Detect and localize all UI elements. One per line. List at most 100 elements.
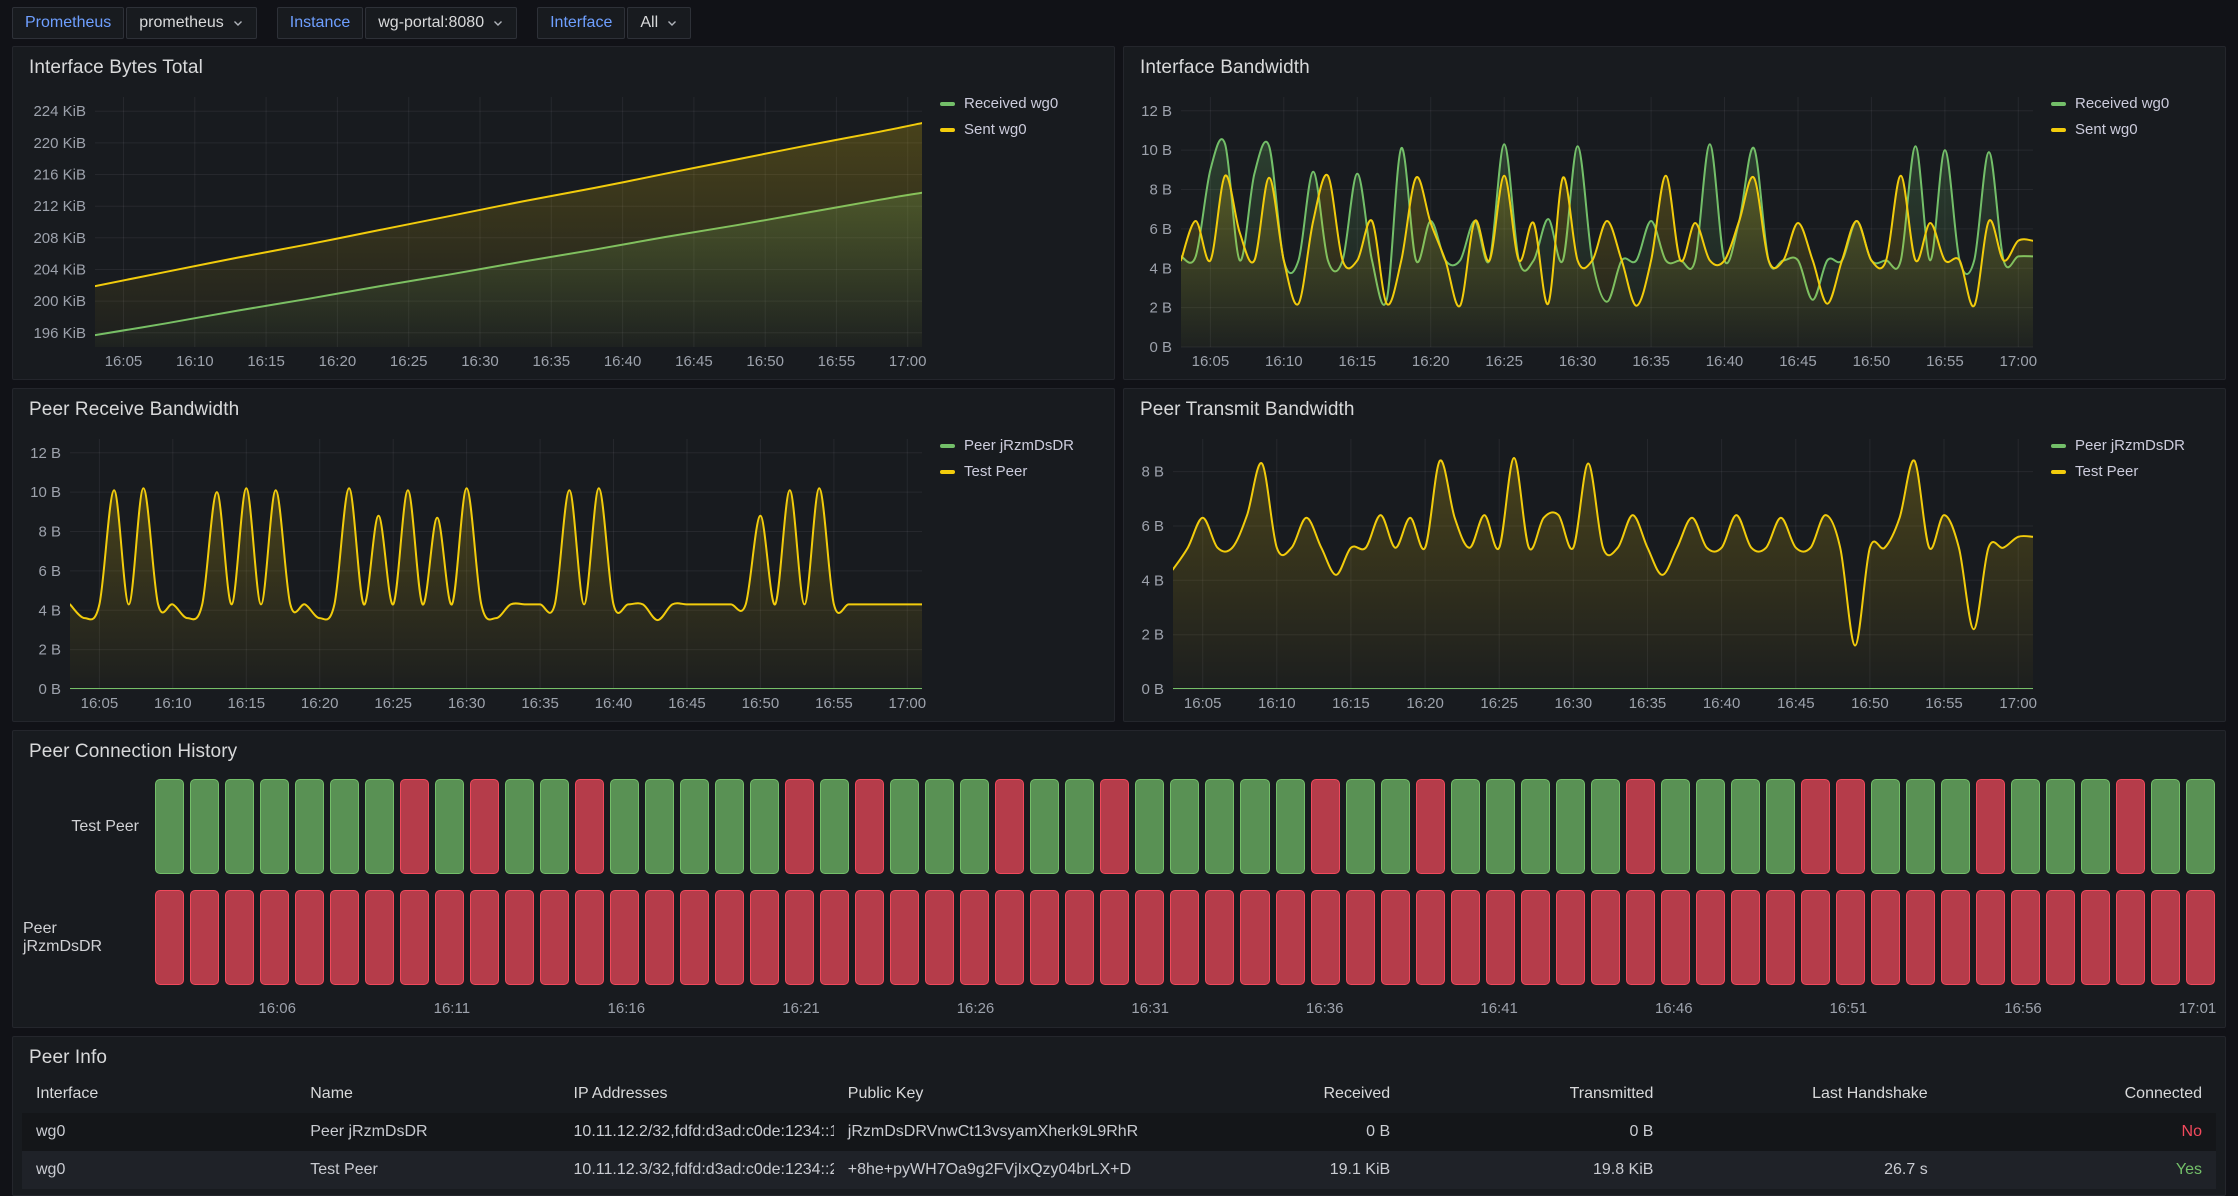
chart-plot-peer-receive-bandwidth[interactable]: 0 B2 B4 B6 B8 B10 B12 B16:0516:1016:1516…	[21, 429, 934, 715]
column-header-interface[interactable]: Interface	[22, 1075, 296, 1113]
x-axis-tick-label: 16:45	[675, 353, 713, 370]
timeline-state-connected	[2186, 779, 2215, 874]
chart-plot-interface-bytes-total[interactable]: 196 KiB200 KiB204 KiB208 KiB212 KiB216 K…	[21, 87, 934, 373]
timeline-state-disconnected	[1521, 890, 1550, 985]
column-header-received[interactable]: Received	[1174, 1075, 1404, 1113]
panel-peer-receive-bandwidth: Peer Receive Bandwidth 0 B2 B4 B6 B8 B10…	[12, 388, 1115, 722]
timeline-state-connected	[1591, 779, 1620, 874]
panel-title[interactable]: Peer Receive Bandwidth	[13, 389, 1114, 425]
x-axis-tick-label: 16:31	[1131, 1000, 1169, 1017]
x-axis-tick-label: 16:11	[434, 1000, 470, 1017]
timeline-state-disconnected	[715, 890, 744, 985]
x-axis-tick-label: 16:30	[1555, 695, 1593, 712]
variable-current-value: prometheus	[139, 14, 224, 32]
panel-title[interactable]: Interface Bytes Total	[13, 47, 1114, 83]
chart-canvas[interactable]: 0 B2 B4 B6 B8 B10 B12 B16:0516:1016:1516…	[1132, 87, 2045, 373]
chart-legend: Peer jRzmDsDR Test Peer	[940, 437, 1102, 480]
column-header-connected[interactable]: Connected	[1942, 1075, 2216, 1113]
x-axis-tick-label: 16:05	[81, 695, 119, 712]
column-header-name[interactable]: Name	[296, 1075, 559, 1113]
timeline-state-connected	[1451, 779, 1480, 874]
timeline-state-connected	[750, 779, 779, 874]
x-axis-tick-label: 16:20	[1412, 353, 1450, 370]
y-axis-tick-label: 8 B	[1149, 182, 1172, 199]
state-timeline[interactable]: Test PeerPeer jRzmDsDR16:0616:1116:1616:…	[23, 771, 2215, 1021]
y-axis-tick-label: 6 B	[1149, 221, 1172, 238]
column-header-ip-addresses[interactable]: IP Addresses	[560, 1075, 834, 1113]
y-axis-tick-label: 196 KiB	[33, 325, 86, 342]
chart-canvas[interactable]: 0 B2 B4 B6 B8 B10 B12 B16:0516:1016:1516…	[21, 429, 934, 715]
panel-title[interactable]: Interface Bandwidth	[1124, 47, 2225, 83]
legend-label: Peer jRzmDsDR	[964, 437, 1074, 454]
x-axis-tick-label: 16:05	[1184, 695, 1222, 712]
timeline-state-connected	[680, 779, 709, 874]
timeline-lane-peer-jrzmdsdr: Peer jRzmDsDR	[23, 882, 2215, 993]
x-axis-tick-label: 16:21	[782, 1000, 820, 1017]
x-axis-tick-label: 16:06	[258, 1000, 296, 1017]
timeline-state-disconnected	[1591, 890, 1620, 985]
chart-plot-interface-bandwidth[interactable]: 0 B2 B4 B6 B8 B10 B12 B16:0516:1016:1516…	[1132, 87, 2045, 373]
legend-swatch	[2051, 102, 2066, 106]
timeline-state-connected	[610, 779, 639, 874]
chart-canvas[interactable]: 196 KiB200 KiB204 KiB208 KiB212 KiB216 K…	[21, 87, 934, 373]
y-axis-tick-label: 204 KiB	[33, 262, 86, 279]
variable-label-prometheus: Prometheus	[12, 7, 124, 39]
legend-item-test-peer[interactable]: Test Peer	[2051, 463, 2213, 480]
chart-canvas[interactable]: 0 B2 B4 B6 B8 B16:0516:1016:1516:2016:25…	[1132, 429, 2045, 715]
column-header-public-key[interactable]: Public Key	[834, 1075, 1174, 1113]
x-axis-tick-label: 16:55	[818, 353, 856, 370]
column-header-last-handshake[interactable]: Last Handshake	[1667, 1075, 1941, 1113]
variable-label-instance: Instance	[277, 7, 363, 39]
legend-item-received-wg0[interactable]: Received wg0	[940, 95, 1102, 112]
variable-value-dropdown-interface[interactable]: All	[627, 7, 691, 39]
timeline-state-connected	[2081, 779, 2110, 874]
variable-value-dropdown-prometheus[interactable]: prometheus	[126, 7, 257, 39]
panel-title[interactable]: Peer Info	[13, 1037, 2225, 1073]
timeline-state-connected	[1346, 779, 1375, 874]
timeline-state-connected	[820, 779, 849, 874]
timeline-state-connected	[2046, 779, 2075, 874]
timeline-state-disconnected	[2116, 890, 2145, 985]
timeline-state-disconnected	[365, 890, 394, 985]
y-axis-tick-label: 8 B	[38, 524, 61, 541]
timeline-state-disconnected	[1205, 890, 1234, 985]
variable-value-dropdown-instance[interactable]: wg-portal:8080	[365, 7, 517, 39]
panel-title[interactable]: Peer Connection History	[13, 731, 2225, 767]
timeline-state-disconnected	[400, 890, 429, 985]
legend-item-received-wg0[interactable]: Received wg0	[2051, 95, 2213, 112]
timeline-state-connected	[260, 779, 289, 874]
timeline-state-connected	[1205, 779, 1234, 874]
timeline-state-connected	[505, 779, 534, 874]
column-header-transmitted[interactable]: Transmitted	[1404, 1075, 1667, 1113]
legend-item-peer-jrzmdsdr[interactable]: Peer jRzmDsDR	[940, 437, 1102, 454]
x-axis-tick-label: 16:25	[374, 695, 412, 712]
y-axis-tick-label: 10 B	[30, 484, 61, 501]
timeline-state-disconnected	[1381, 890, 1410, 985]
x-axis-tick-label: 16:55	[1926, 353, 1964, 370]
legend-item-test-peer[interactable]: Test Peer	[940, 463, 1102, 480]
legend-swatch	[940, 128, 955, 132]
legend-item-peer-jrzmdsdr[interactable]: Peer jRzmDsDR	[2051, 437, 2213, 454]
x-axis-tick-label: 16:05	[105, 353, 143, 370]
timeline-state-connected	[1276, 779, 1305, 874]
timeline-state-connected	[155, 779, 184, 874]
timeline-state-disconnected	[295, 890, 324, 985]
x-axis-tick-label: 16:45	[668, 695, 706, 712]
legend-item-sent-wg0[interactable]: Sent wg0	[940, 121, 1102, 138]
panel-title[interactable]: Peer Transmit Bandwidth	[1124, 389, 2225, 425]
series-area-test-peer	[1173, 458, 2033, 689]
cell-connected: Yes	[1942, 1151, 2216, 1189]
legend-label: Received wg0	[2075, 95, 2169, 112]
chart-plot-peer-transmit-bandwidth[interactable]: 0 B2 B4 B6 B8 B16:0516:1016:1516:2016:25…	[1132, 429, 2045, 715]
legend-item-sent-wg0[interactable]: Sent wg0	[2051, 121, 2213, 138]
timeline-state-connected	[435, 779, 464, 874]
x-axis-tick-label: 16:25	[1485, 353, 1523, 370]
timeline-state-disconnected	[2011, 890, 2040, 985]
timeline-state-disconnected	[960, 890, 989, 985]
timeline-state-disconnected	[610, 890, 639, 985]
timeline-state-disconnected	[575, 779, 604, 874]
timeline-state-disconnected	[1661, 890, 1690, 985]
x-axis-tick-label: 16:50	[746, 353, 784, 370]
timeline-state-disconnected	[1276, 890, 1305, 985]
timeline-state-disconnected	[1941, 890, 1970, 985]
